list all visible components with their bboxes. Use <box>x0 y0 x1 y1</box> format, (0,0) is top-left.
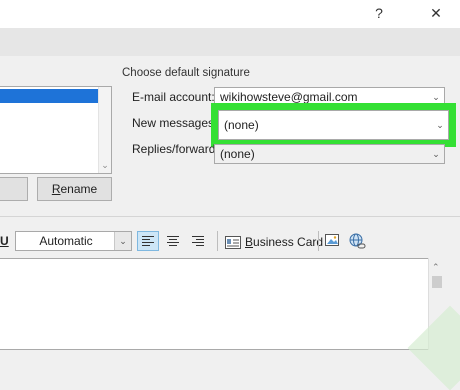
rename-label: ename <box>60 182 98 196</box>
default-signature-group-label: Choose default signature <box>122 67 250 79</box>
email-account-label: E-mail account: <box>132 90 215 104</box>
new-messages-value: (none) <box>224 118 259 132</box>
toolbar-separator <box>217 231 218 251</box>
align-right-button[interactable] <box>187 231 209 251</box>
scrollbar-thumb[interactable] <box>432 276 442 288</box>
business-card-icon <box>225 235 241 249</box>
signature-list[interactable]: ⌄ <box>0 86 112 174</box>
globe-link-icon <box>349 233 366 249</box>
align-left-button[interactable] <box>137 231 159 251</box>
align-center-button[interactable] <box>162 231 184 251</box>
insert-picture-button[interactable] <box>324 232 342 250</box>
chevron-down-icon[interactable]: ⌄ <box>428 145 444 163</box>
title-bar: ? ✕ <box>0 0 460 28</box>
replies-forwards-value: (none) <box>220 147 255 161</box>
font-color-value: Automatic <box>39 234 93 248</box>
business-card-mnemonic: B <box>245 235 254 249</box>
business-card-label: usiness Card <box>253 235 324 249</box>
delete-button[interactable] <box>0 177 28 201</box>
new-messages-label: New messages: <box>132 116 218 130</box>
chevron-down-icon[interactable]: ⌄ <box>114 232 131 250</box>
tab-strip <box>0 28 460 56</box>
replies-forwards-select[interactable]: (none) ⌄ <box>214 144 445 164</box>
signature-list-item-selected[interactable] <box>0 89 106 103</box>
rename-button[interactable]: Rename <box>37 177 112 201</box>
signature-editor[interactable] <box>0 258 446 350</box>
signature-list-scrollbar[interactable]: ⌄ <box>98 87 111 173</box>
insert-hyperlink-button[interactable] <box>348 232 366 250</box>
chevron-down-icon[interactable]: ⌄ <box>100 160 110 171</box>
replies-forwards-label: Replies/forwards: <box>132 142 225 156</box>
new-messages-select[interactable]: (none) ⌄ <box>218 110 449 140</box>
font-color-select[interactable]: Automatic ⌄ <box>15 231 132 251</box>
toolbar-separator <box>318 231 319 251</box>
help-button[interactable]: ? <box>369 4 389 22</box>
picture-icon <box>325 234 339 246</box>
business-card-button[interactable]: Business Card <box>225 232 323 252</box>
chevron-up-icon[interactable]: ⌃ <box>432 262 440 273</box>
close-button[interactable]: ✕ <box>426 4 446 22</box>
email-account-value: wikihowsteve@gmail.com <box>220 90 358 104</box>
underline-button[interactable]: U <box>0 234 9 248</box>
chevron-down-icon[interactable]: ⌄ <box>432 111 448 139</box>
section-divider <box>0 216 460 217</box>
